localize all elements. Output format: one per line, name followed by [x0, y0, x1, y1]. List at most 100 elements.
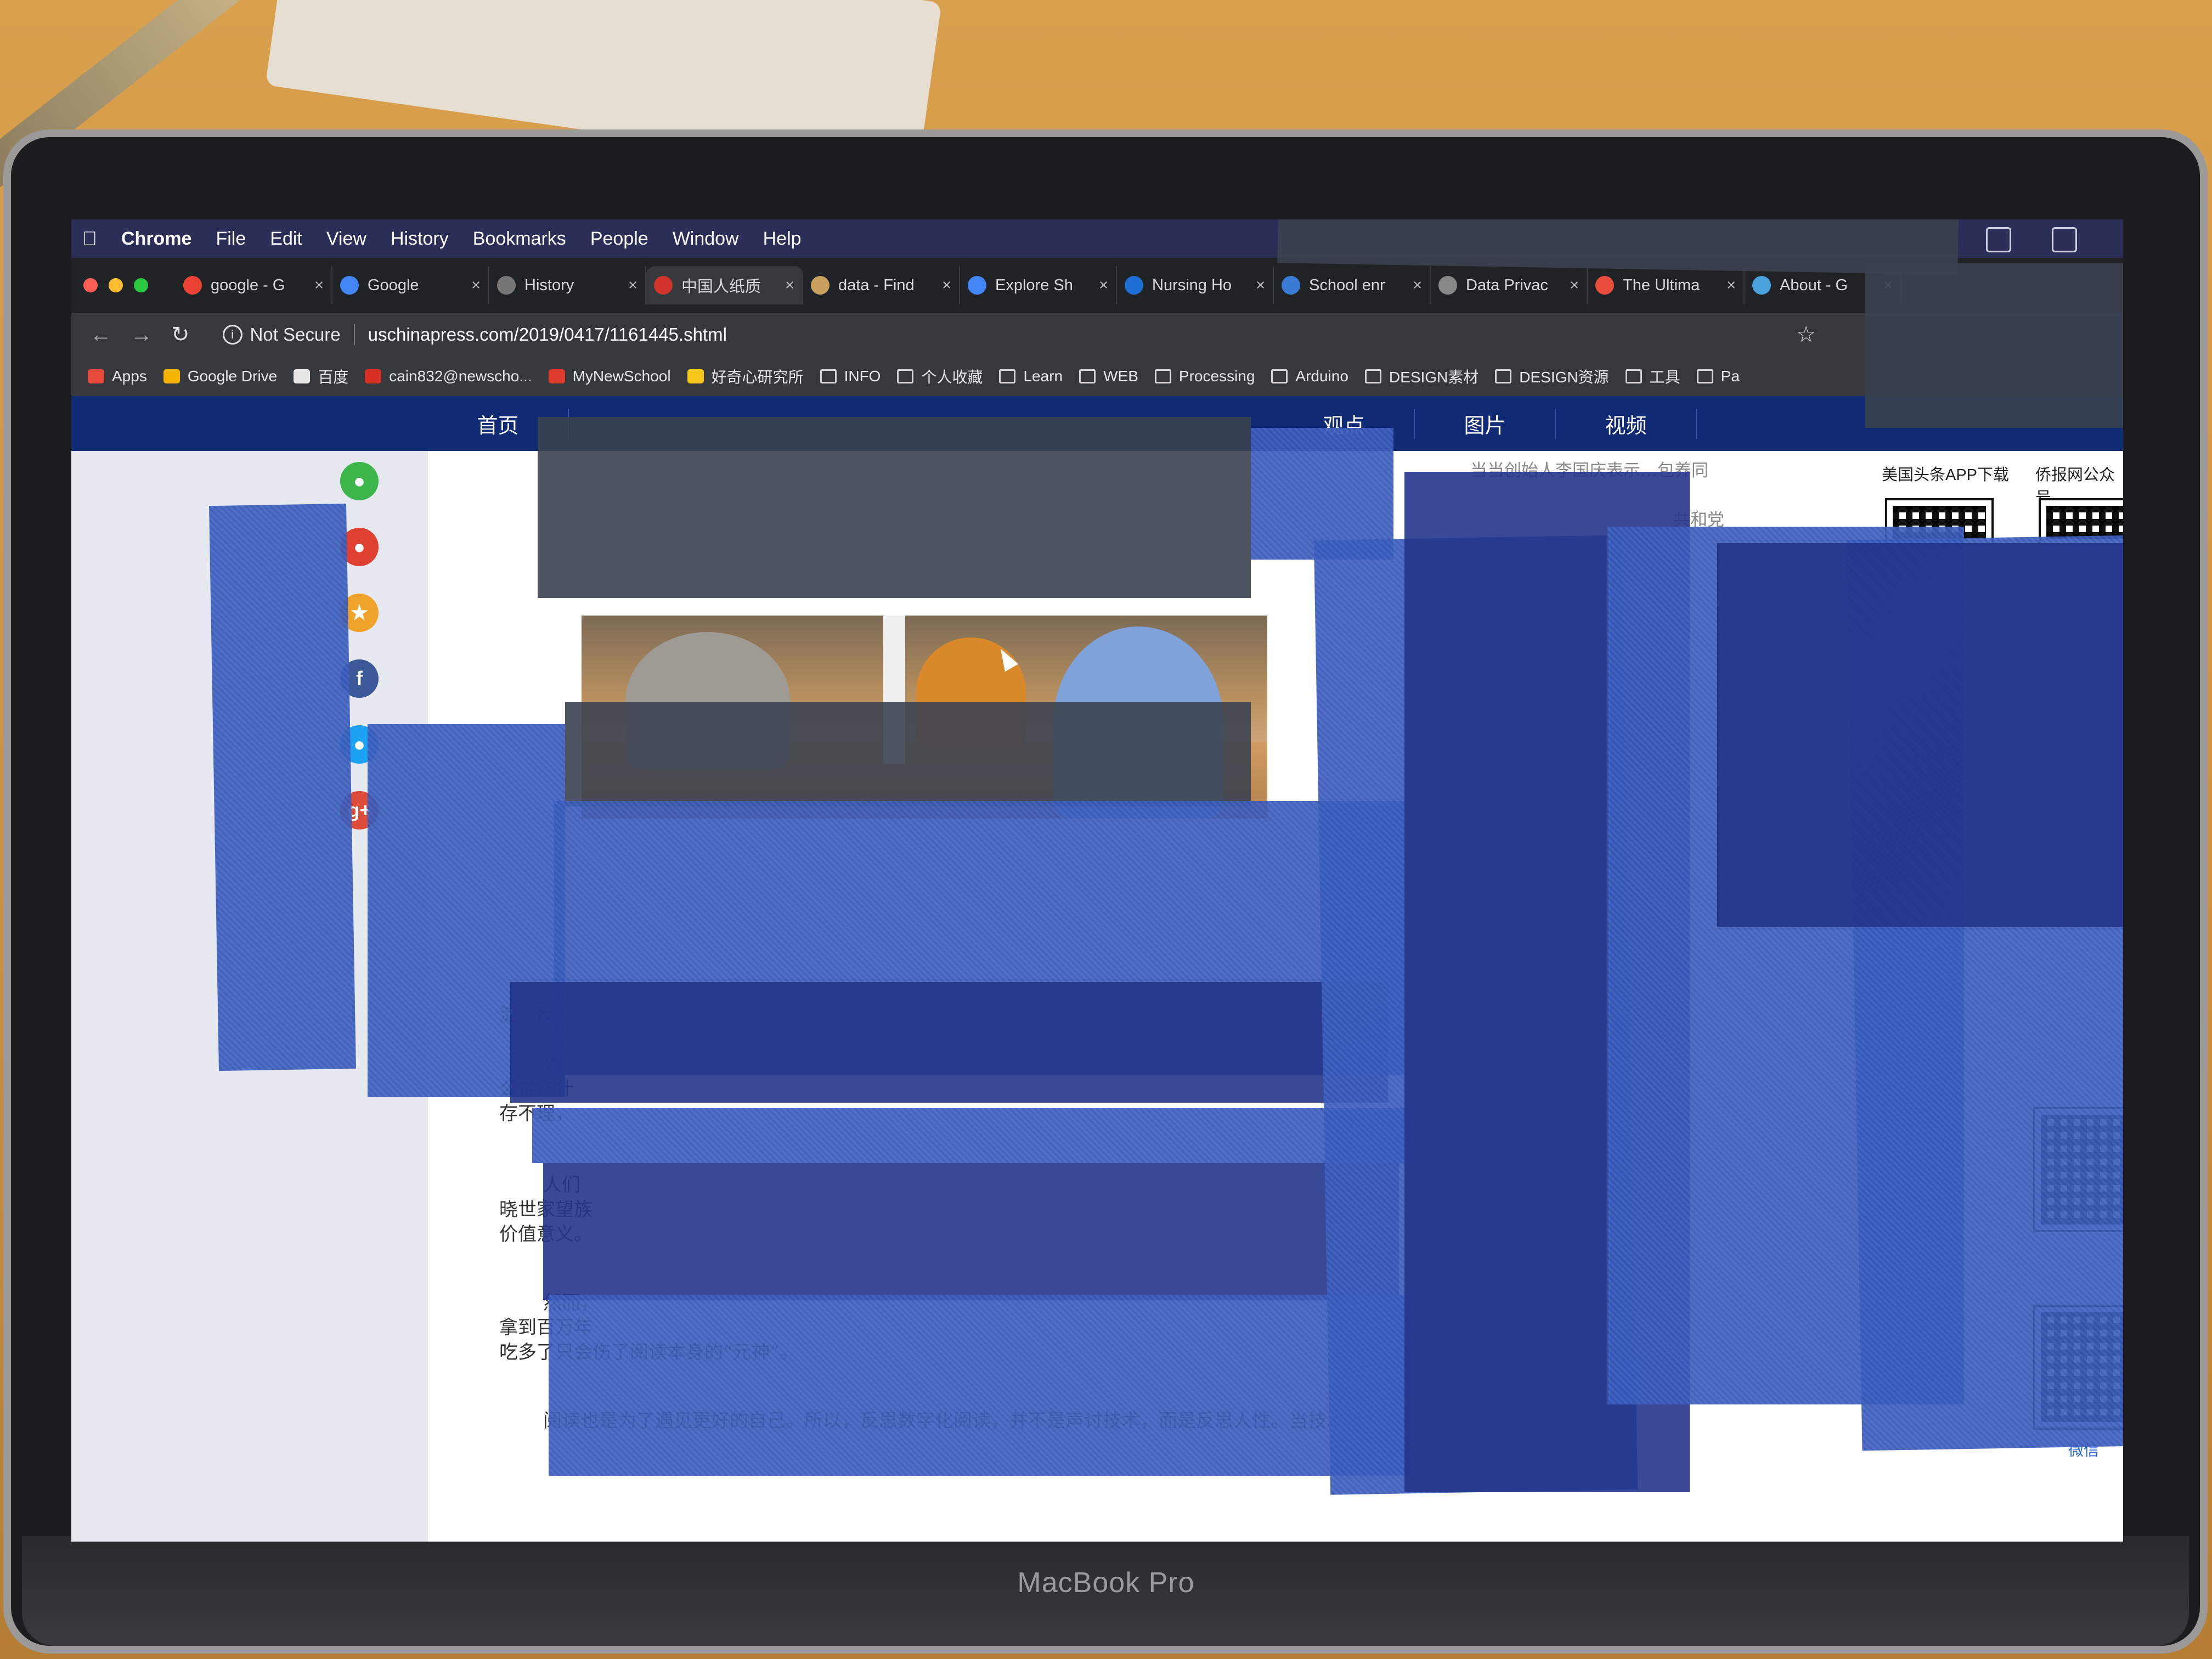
close-tab-icon[interactable]: ×	[1726, 276, 1736, 295]
wechat-share-icon[interactable]: ●	[340, 462, 379, 500]
menu-edit[interactable]: Edit	[270, 228, 302, 250]
bookmark-label: Processing	[1178, 368, 1255, 385]
masking-tape	[565, 702, 1251, 806]
masking-tape	[543, 1163, 1399, 1300]
bookmark-label: DESIGN素材	[1389, 369, 1479, 386]
bookmark-label: DESIGN资源	[1519, 369, 1609, 386]
bookmark-item[interactable]: Apps	[88, 368, 147, 385]
bookmark-label: 工具	[1649, 369, 1680, 386]
tab-favicon-icon	[183, 276, 202, 295]
folder-icon	[999, 369, 1016, 383]
masking-tape	[1717, 543, 2123, 927]
close-tab-icon[interactable]: ×	[1570, 276, 1579, 295]
tab-favicon-icon	[497, 276, 516, 295]
bookmark-item[interactable]: Processing	[1154, 368, 1255, 385]
browser-tab[interactable]: School enr ×	[1274, 266, 1431, 304]
bookmark-item[interactable]: cain832@newscho...	[365, 368, 532, 385]
folder-icon	[1364, 369, 1381, 383]
window-controls	[83, 278, 148, 292]
tab-label: 中国人纸质	[681, 278, 761, 296]
close-tab-icon[interactable]: ×	[1256, 276, 1265, 295]
close-tab-icon[interactable]: ×	[785, 276, 794, 295]
menu-bookmarks[interactable]: Bookmarks	[473, 228, 566, 250]
menu-file[interactable]: File	[216, 228, 246, 250]
bookmark-item[interactable]: 工具	[1625, 365, 1680, 387]
mail-icon	[365, 369, 382, 383]
browser-tab[interactable]: Explore Sh ×	[960, 266, 1117, 304]
bookmark-item[interactable]: WEB	[1079, 368, 1138, 385]
bookmark-item[interactable]: MyNewSchool	[548, 368, 671, 385]
folder-icon	[1625, 369, 1642, 383]
menu-help[interactable]: Help	[763, 228, 802, 250]
site-nav-item[interactable]: 视频	[1556, 408, 1697, 439]
browser-tab[interactable]: data - Find ×	[803, 266, 960, 304]
folder-icon	[1154, 369, 1171, 383]
address-bar[interactable]: uschinapress.com/2019/0417/1161445.shtml	[353, 324, 727, 345]
tab-favicon-icon	[1282, 276, 1300, 295]
google-drive-icon	[163, 369, 180, 383]
bookmark-item[interactable]: Arduino	[1271, 368, 1348, 385]
close-tab-icon[interactable]: ×	[1099, 276, 1108, 295]
minimize-window-button[interactable]	[109, 278, 123, 292]
tab-favicon-icon	[1438, 276, 1457, 295]
menu-view[interactable]: View	[326, 228, 366, 250]
browser-toolbar: ← → ↻ i Not Secure uschinapress.com/2019…	[71, 313, 2123, 357]
browser-tab[interactable]: 中国人纸质 ×	[646, 266, 803, 304]
site-nav-item[interactable]: 图片	[1415, 408, 1556, 439]
bookmark-label: Pa	[1720, 368, 1740, 385]
bookmark-item[interactable]: DESIGN资源	[1495, 365, 1609, 387]
close-tab-icon[interactable]: ×	[314, 276, 324, 295]
menu-people[interactable]: People	[590, 228, 648, 250]
tab-favicon-icon	[811, 276, 830, 295]
back-arrow-icon[interactable]: ←	[90, 323, 112, 347]
close-window-button[interactable]	[83, 278, 98, 292]
browser-tab[interactable]: Data Privac ×	[1431, 266, 1588, 304]
tab-label: School enr	[1309, 276, 1385, 294]
bookmark-item[interactable]: Learn	[999, 368, 1063, 385]
apple-menu-icon[interactable]: 	[82, 227, 97, 250]
masking-tape	[532, 1108, 1410, 1163]
qr-title-app: 美国头条APP下载	[1882, 466, 2010, 484]
input-method-icon[interactable]	[1986, 227, 2011, 252]
close-tab-icon[interactable]: ×	[471, 276, 481, 295]
forward-arrow-icon[interactable]: →	[131, 323, 153, 347]
site-security-indicator[interactable]: i Not Secure	[222, 324, 341, 345]
bookmark-item[interactable]: 个人收藏	[897, 365, 983, 387]
bookmark-item[interactable]: Google Drive	[163, 368, 277, 385]
close-tab-icon[interactable]: ×	[942, 276, 951, 295]
security-label: Not Secure	[250, 324, 341, 345]
bookmark-label: Learn	[1023, 368, 1063, 385]
close-tab-icon[interactable]: ×	[628, 276, 637, 295]
bookmark-label: cain832@newscho...	[389, 368, 532, 385]
menu-window[interactable]: Window	[673, 228, 739, 250]
bookmark-item[interactable]: 好奇心研究所	[687, 365, 804, 387]
bookmark-label: INFO	[844, 368, 881, 385]
bookmark-item[interactable]: DESIGN素材	[1364, 365, 1479, 387]
bookmark-label: WEB	[1103, 368, 1138, 385]
browser-tab[interactable]: google - G ×	[176, 266, 332, 304]
browser-tab[interactable]: History ×	[489, 266, 646, 304]
folder-icon	[1271, 369, 1288, 383]
zoom-window-button[interactable]	[134, 278, 148, 292]
apps-grid-icon	[88, 369, 104, 383]
browser-tab[interactable]: The Ultima ×	[1588, 266, 1745, 304]
browser-tab[interactable]: Google ×	[332, 266, 489, 304]
reload-icon[interactable]: ↻	[171, 322, 190, 347]
close-tab-icon[interactable]: ×	[1413, 276, 1422, 295]
bookmark-item[interactable]: 百度	[294, 365, 348, 387]
bookmark-item[interactable]: INFO	[820, 368, 881, 385]
tab-label: Google	[368, 276, 419, 294]
notification-center-icon[interactable]	[2052, 227, 2077, 252]
menu-history[interactable]: History	[391, 228, 449, 250]
tab-label: The Ultima	[1623, 276, 1700, 294]
masking-tape	[538, 417, 1251, 598]
browser-tab[interactable]: Nursing Ho ×	[1117, 266, 1274, 304]
menu-app-name[interactable]: Chrome	[121, 228, 191, 250]
folder-icon	[1079, 369, 1096, 383]
masking-tape	[510, 982, 1388, 1103]
bookmark-item[interactable]: Pa	[1696, 368, 1740, 385]
masking-tape	[209, 503, 356, 1071]
bookmark-label: Arduino	[1295, 368, 1348, 385]
laptop-brand-label: MacBook Pro	[1017, 1567, 1195, 1599]
bookmark-star-icon[interactable]: ☆	[1796, 322, 1816, 347]
